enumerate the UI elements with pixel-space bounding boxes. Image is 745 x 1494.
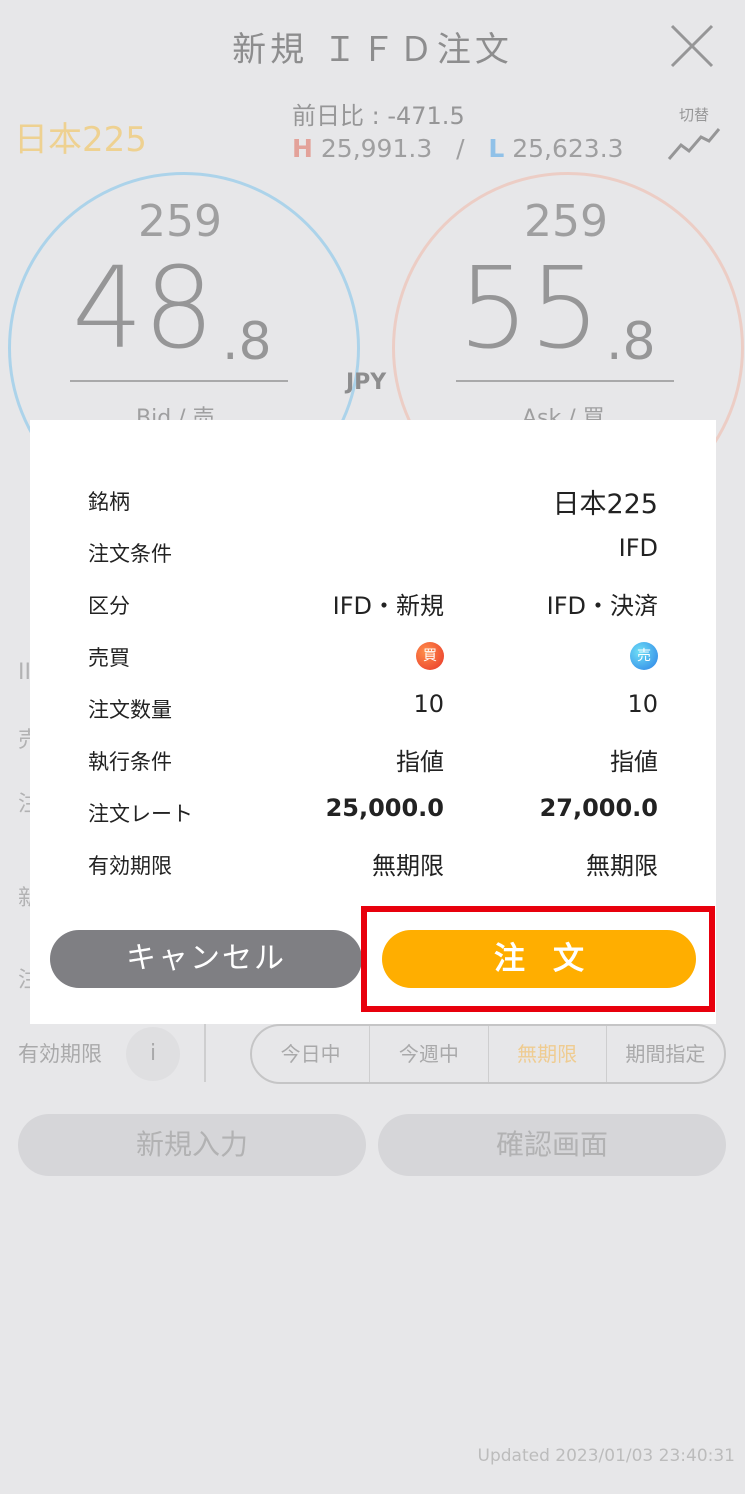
row-label: 執行条件 [88, 750, 172, 774]
page-title: 新規 ＩＦＤ注文 [232, 30, 513, 70]
divider [204, 1024, 206, 1082]
row-value-settle: 無期限 [586, 852, 658, 880]
row-order-rate: 注文レート 25,000.0 27,000.0 [88, 790, 658, 830]
row-value-new: 25,000.0 [325, 794, 444, 822]
validity-option-specify[interactable]: 期間指定 [605, 1026, 724, 1082]
row-value-settle: 指値 [610, 748, 658, 776]
row-value-new: 指値 [396, 748, 444, 776]
row-label: 売買 [88, 646, 130, 670]
validity-option-this-week[interactable]: 今週中 [369, 1026, 487, 1082]
symbol-name: 日本225 [14, 120, 147, 160]
hl-separator: / [456, 134, 465, 163]
row-quantity: 注文数量 10 10 [88, 686, 658, 726]
ask-price-top: 259 [524, 196, 608, 247]
row-validity: 有効期限 無期限 無期限 [88, 842, 658, 882]
info-button[interactable]: i [126, 1027, 180, 1081]
row-order-condition: 注文条件 IFD [88, 530, 658, 570]
row-label: 注文レート [88, 802, 193, 826]
bid-price-top: 259 [138, 196, 222, 247]
switch-label: 切替 [678, 106, 709, 124]
ask-price-decimal: .8 [606, 312, 656, 372]
updated-timestamp: Updated 2023/01/03 23:40:31 [477, 1446, 736, 1466]
bid-price-decimal: .8 [222, 312, 272, 372]
row-value-settle: 日本225 [552, 489, 658, 520]
row-value-new: 無期限 [372, 852, 444, 880]
buy-badge-icon: 買 [416, 642, 444, 670]
row-buy-sell: 売買 買 売 [88, 634, 658, 674]
row-value-settle: 27,000.0 [539, 794, 658, 822]
row-value-new: 10 [413, 690, 444, 718]
row-value-settle: 10 [627, 690, 658, 718]
chart-trend-icon [667, 128, 721, 160]
high-label: H [292, 134, 313, 163]
validity-option-today[interactable]: 今日中 [252, 1026, 369, 1082]
row-value-settle: IFD [618, 534, 658, 562]
bid-underline [70, 380, 288, 382]
low-label: L [488, 134, 505, 163]
row-label: 有効期限 [88, 854, 172, 878]
low-value: 25,623.3 [512, 134, 624, 163]
row-label: 注文数量 [88, 698, 172, 722]
bid-price-main: 48 [72, 244, 215, 374]
prev-day-change: 前日比 : -471.5 [292, 102, 465, 130]
row-value-settle: IFD・決済 [546, 592, 658, 620]
validity-option-unlimited[interactable]: 無期限 [487, 1026, 606, 1082]
sell-badge-icon: 売 [630, 642, 658, 670]
row-label: 銘柄 [88, 490, 130, 514]
ask-underline [456, 380, 674, 382]
ask-price-main: 55 [458, 244, 601, 374]
row-value-settle: 売 [630, 638, 658, 670]
validity-segmented-control: 今日中 今週中 無期限 期間指定 [250, 1024, 726, 1084]
close-icon[interactable] [668, 22, 716, 70]
confirm-screen-button[interactable]: 確認画面 [378, 1114, 726, 1176]
new-input-button[interactable]: 新規入力 [18, 1114, 366, 1176]
row-execution: 執行条件 指値 指値 [88, 738, 658, 778]
high-low: H 25,991.3 / L 25,623.3 [292, 134, 624, 163]
cancel-button[interactable]: キャンセル [50, 930, 362, 988]
row-label: 区分 [88, 594, 130, 618]
row-value-new: 買 [416, 638, 444, 670]
high-value: 25,991.3 [320, 134, 433, 163]
row-label: 注文条件 [88, 542, 172, 566]
highlight-box [361, 906, 715, 1012]
currency-label: JPY [346, 370, 387, 395]
row-value-new: IFD・新規 [332, 592, 444, 620]
row-category: 区分 IFD・新規 IFD・決済 [88, 582, 658, 622]
chart-switch-button[interactable]: 切替 [664, 104, 724, 161]
validity-label: 有効期限 [18, 1042, 102, 1066]
row-symbol: 銘柄 日本225 [88, 478, 658, 520]
